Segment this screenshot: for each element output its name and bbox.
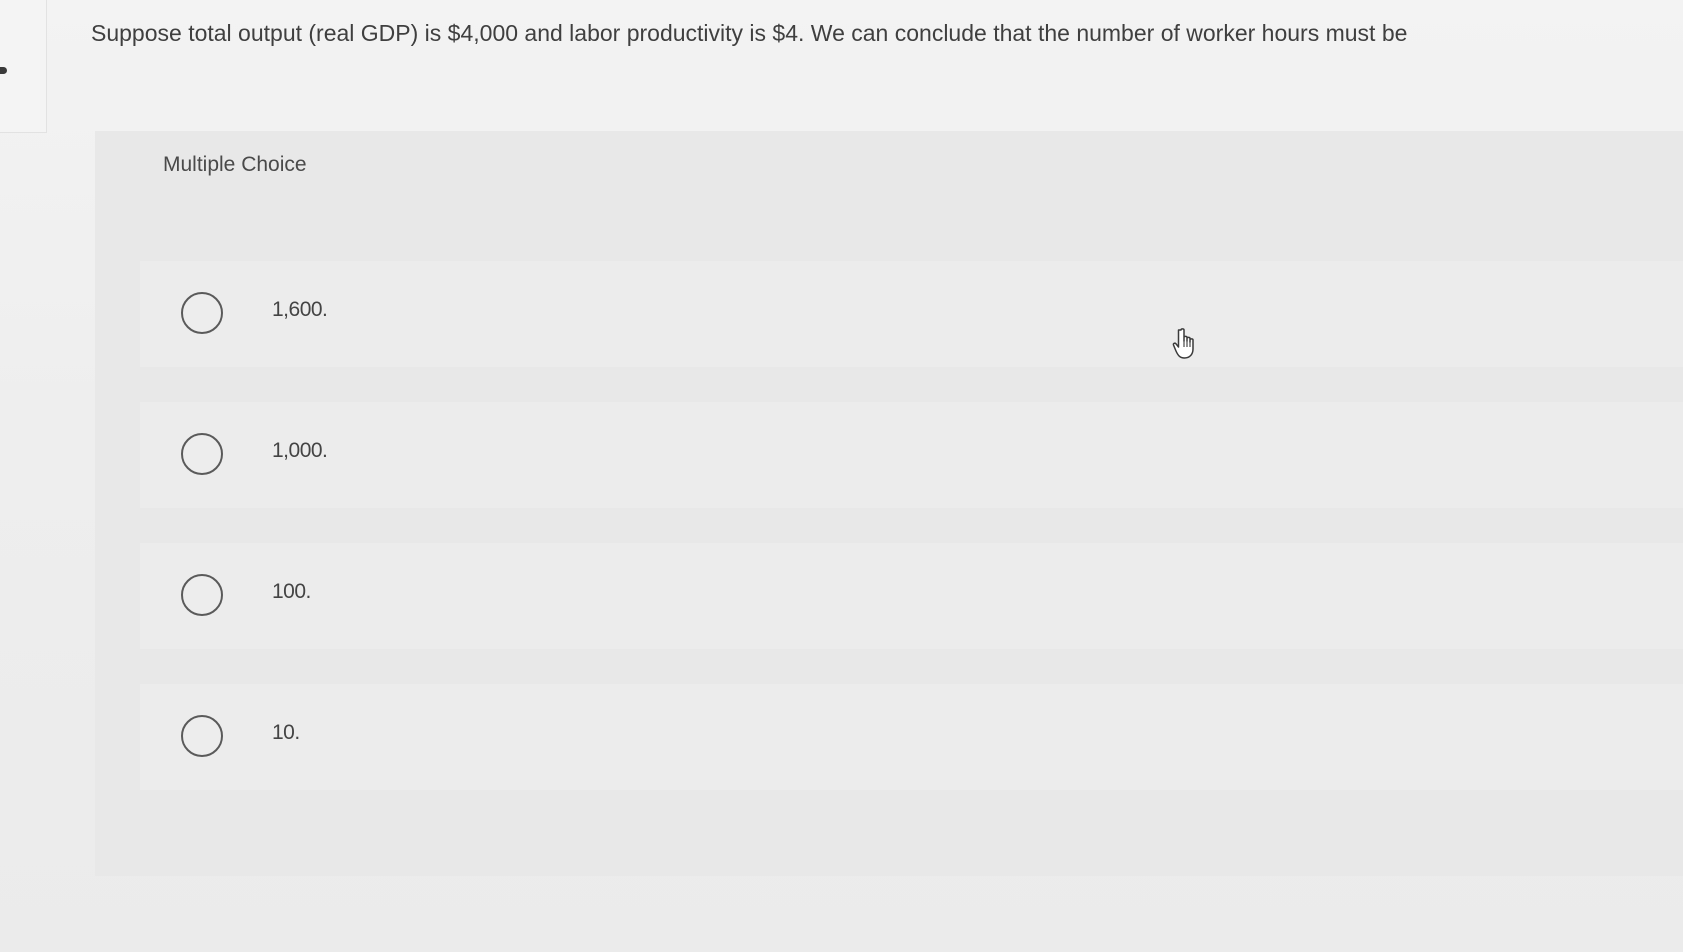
answer-option-1[interactable]: 1,600. (140, 261, 1683, 367)
multiple-choice-panel: Multiple Choice 1,600. 1,000. 100. 10. (95, 131, 1683, 876)
answer-option-label: 1,000. (272, 439, 328, 462)
radio-unselected-icon[interactable] (181, 715, 223, 757)
edge-marker (0, 67, 7, 74)
answer-option-3[interactable]: 100. (140, 543, 1683, 649)
radio-unselected-icon[interactable] (181, 433, 223, 475)
multiple-choice-label: Multiple Choice (163, 153, 307, 176)
answer-option-4[interactable]: 10. (140, 684, 1683, 790)
answer-option-2[interactable]: 1,000. (140, 402, 1683, 508)
radio-unselected-icon[interactable] (181, 292, 223, 334)
question-text: Suppose total output (real GDP) is $4,00… (91, 20, 1408, 46)
answer-option-label: 100. (272, 580, 311, 603)
choice-list: 1,600. 1,000. 100. 10. (140, 261, 1683, 825)
radio-unselected-icon[interactable] (181, 574, 223, 616)
side-panel-edge (0, 0, 47, 133)
answer-option-label: 1,600. (272, 298, 328, 321)
answer-option-label: 10. (272, 721, 300, 744)
hand-pointer-icon (1172, 328, 1194, 359)
